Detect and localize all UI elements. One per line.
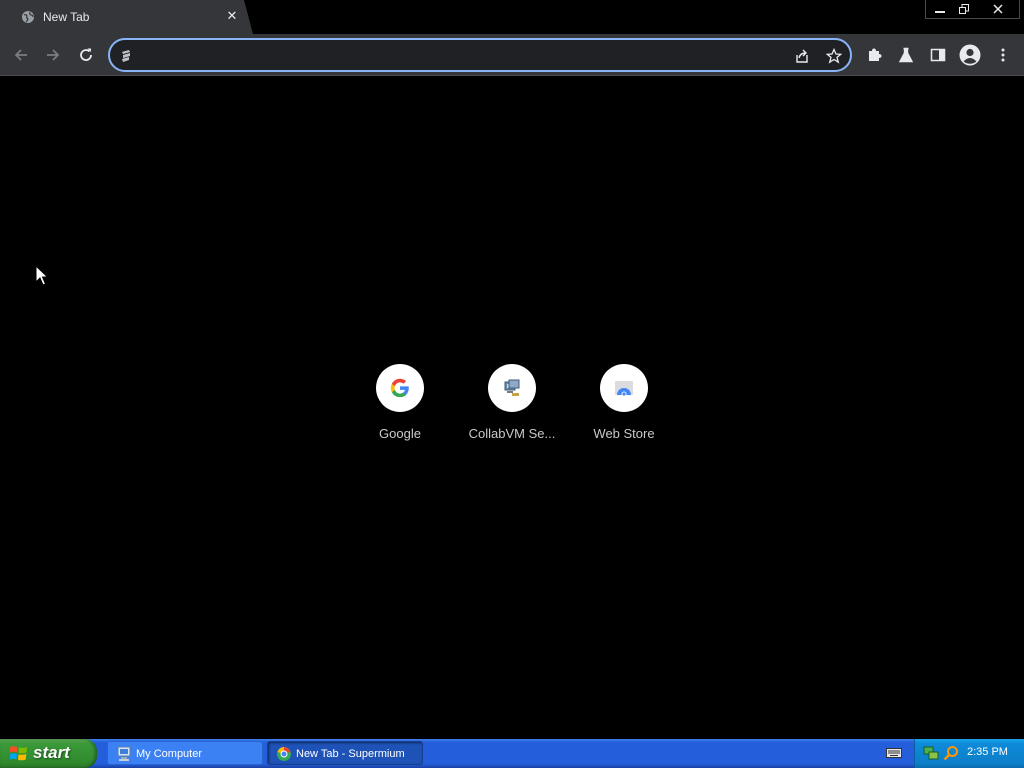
kebab-menu-button[interactable]: [990, 42, 1016, 68]
reload-button[interactable]: [73, 42, 99, 68]
shortcut-collabvm[interactable]: CollabVM Se...: [456, 362, 568, 452]
mouse-cursor-icon: [35, 265, 49, 286]
tab-strip: New Tab ✕: [0, 0, 1024, 34]
bookmark-star-icon[interactable]: [825, 47, 843, 65]
shortcut-label: CollabVM Se...: [468, 426, 556, 441]
keyboard-icon[interactable]: [886, 746, 902, 760]
browser-toolbar: [0, 34, 1024, 76]
back-button[interactable]: [8, 42, 34, 68]
extensions-button[interactable]: [861, 42, 887, 68]
taskbar-item-label: My Computer: [136, 748, 203, 760]
desktop-screen: New Tab ✕ Google CollabVM Se... Web Stor…: [0, 0, 1024, 768]
minimize-icon: [935, 11, 945, 13]
web-store-icon: [600, 364, 648, 412]
profile-avatar-icon: [959, 44, 981, 66]
network-icon[interactable]: [923, 745, 939, 761]
windows-flag-icon: [10, 746, 27, 761]
start-button[interactable]: start: [0, 739, 97, 768]
reload-icon: [80, 48, 92, 61]
shortcut-web-store[interactable]: Web Store: [568, 362, 680, 452]
labs-flask-icon: [898, 47, 914, 63]
side-panel-icon: [930, 48, 946, 62]
system-tray: 2:35 PM: [914, 739, 1024, 768]
labs-button[interactable]: [893, 42, 919, 68]
side-panel-button[interactable]: [925, 42, 951, 68]
shortcut-label: Google: [379, 426, 421, 441]
clock[interactable]: 2:35 PM: [967, 746, 1008, 758]
site-info-icon[interactable]: [117, 47, 135, 65]
shortcut-google[interactable]: Google: [344, 362, 456, 452]
supermium-icon: [277, 747, 291, 761]
taskbar: start My Computer New Tab - Supermium 2:…: [0, 739, 1024, 768]
restore-icon: [959, 4, 969, 14]
close-window-button[interactable]: [984, 0, 1012, 18]
kebab-menu-icon: [1001, 48, 1005, 62]
forward-arrow-icon: [47, 49, 60, 61]
taskbar-item-new-tab-supermium[interactable]: New Tab - Supermium: [267, 741, 423, 765]
my-computer-icon: [117, 746, 131, 761]
taskbar-item-my-computer[interactable]: My Computer: [107, 741, 263, 765]
omnibox-input[interactable]: [140, 46, 784, 66]
omnibox[interactable]: [108, 38, 852, 72]
search-icon[interactable]: [943, 745, 959, 761]
new-tab-page: Google CollabVM Se... Web Store: [0, 76, 1024, 739]
taskbar-item-label: New Tab - Supermium: [296, 748, 405, 760]
google-g-icon: [376, 364, 424, 412]
extensions-puzzle-icon: [869, 48, 882, 61]
globe-icon: [21, 10, 35, 24]
back-arrow-icon: [14, 49, 27, 61]
collabvm-icon: [488, 364, 536, 412]
tab-close-button[interactable]: ✕: [224, 8, 240, 24]
tab-title: New Tab: [43, 10, 90, 24]
close-icon: [993, 4, 1003, 14]
shortcut-label: Web Store: [593, 426, 655, 441]
share-icon[interactable]: [793, 47, 811, 65]
forward-button[interactable]: [40, 42, 66, 68]
restore-button[interactable]: [950, 0, 978, 18]
tab-new-tab[interactable]: New Tab ✕: [0, 0, 253, 34]
start-label: start: [33, 743, 70, 762]
profile-button[interactable]: [957, 42, 983, 68]
